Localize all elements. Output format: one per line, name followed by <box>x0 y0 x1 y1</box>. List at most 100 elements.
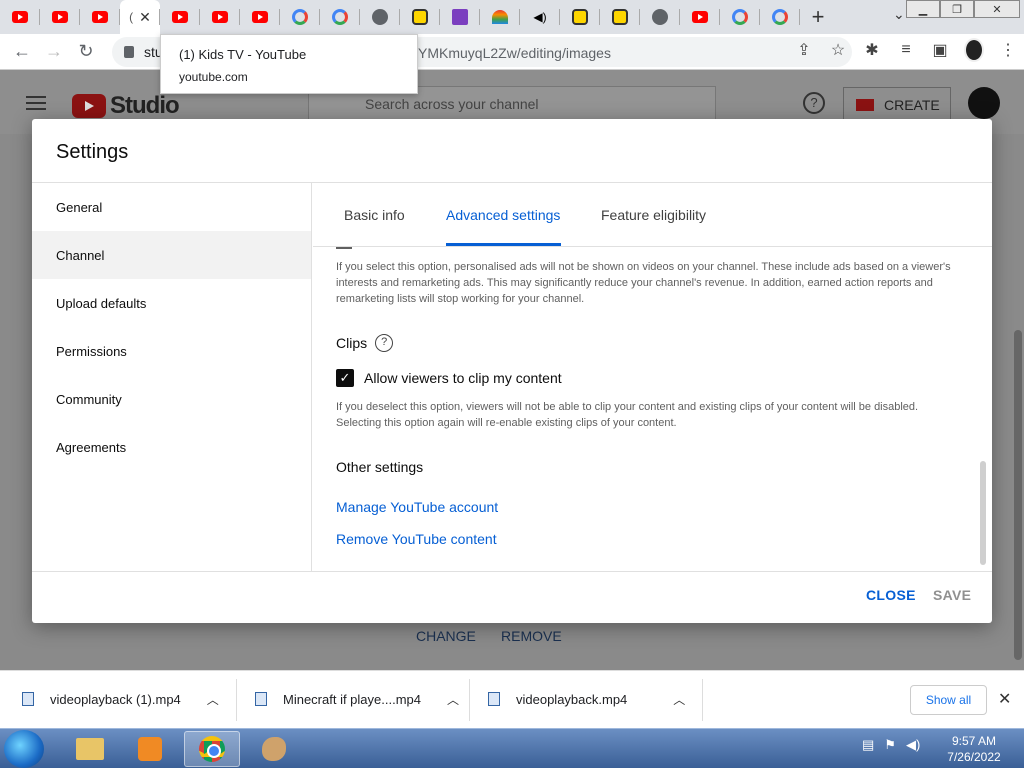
tab-feature-eligibility[interactable]: Feature eligibility <box>601 183 706 246</box>
create-button[interactable]: CREATE <box>843 87 951 123</box>
taskbar-chrome[interactable] <box>184 731 240 767</box>
taskbar-clock[interactable]: 9:57 AM 7/26/2022 <box>934 733 1014 765</box>
nav-item-upload-defaults[interactable]: Upload defaults <box>32 279 311 327</box>
download-item[interactable]: Minecraft if playe....mp4 ︿ <box>255 679 459 719</box>
download-shelf: videoplayback (1).mp4 ︿ Minecraft if pla… <box>0 670 1024 728</box>
tab-search-icon[interactable]: ⌄ <box>893 6 905 23</box>
taskbar-explorer[interactable] <box>62 731 118 767</box>
channel-avatar[interactable] <box>968 87 1000 119</box>
help-icon[interactable]: ? <box>803 92 825 114</box>
profile-avatar[interactable] <box>964 38 984 62</box>
media-player-icon <box>138 737 162 761</box>
browser-tab[interactable] <box>600 0 640 34</box>
save-button[interactable]: SAVE <box>933 587 971 603</box>
volume-icon[interactable]: ◀) <box>906 737 920 753</box>
network-icon[interactable]: ▤ <box>862 737 874 753</box>
media-control-icon[interactable]: ≡ <box>896 41 916 59</box>
browser-tab[interactable] <box>240 0 280 34</box>
taskbar-paint[interactable] <box>246 731 302 767</box>
browser-tab[interactable] <box>80 0 120 34</box>
divider <box>32 571 992 572</box>
start-button[interactable] <box>4 730 44 768</box>
youtube-icon <box>92 11 108 23</box>
reload-button[interactable]: ↻ <box>70 36 102 68</box>
channel-tabs: Basic info Advanced settings Feature eli… <box>313 183 992 247</box>
download-item[interactable]: videoplayback (1).mp4 ︿ <box>22 679 219 719</box>
content-scrollbar[interactable] <box>980 461 986 565</box>
browser-tab[interactable] <box>160 0 200 34</box>
browser-tab[interactable]: ◀) <box>520 0 560 34</box>
back-button[interactable]: ← <box>6 36 38 68</box>
remove-button[interactable]: REMOVE <box>501 628 562 644</box>
dialog-title: Settings <box>56 141 129 163</box>
personalised-ads-checkbox[interactable] <box>336 247 352 249</box>
close-icon[interactable]: ✕ <box>998 689 1011 709</box>
studio-logo[interactable]: Studio <box>72 92 180 120</box>
ads-description: If you select this option, personalised … <box>336 261 951 305</box>
taskbar-media-player[interactable] <box>122 731 178 767</box>
settings-dialog: Settings General Channel Upload defaults… <box>32 119 992 623</box>
browser-tab[interactable] <box>760 0 800 34</box>
nav-item-general[interactable]: General <box>32 183 311 231</box>
chevron-up-icon[interactable]: ︿ <box>673 691 685 708</box>
show-all-button[interactable]: Show all <box>910 685 987 715</box>
clips-checkbox[interactable]: ✓ <box>336 369 354 387</box>
extensions-icon[interactable]: ✱ <box>862 40 882 60</box>
tab-hover-tooltip: (1) Kids TV - YouTube youtube.com <box>160 34 418 94</box>
hamburger-menu-icon[interactable] <box>26 96 46 110</box>
browser-tab[interactable] <box>680 0 720 34</box>
globe-icon <box>372 9 388 25</box>
nav-item-permissions[interactable]: Permissions <box>32 327 311 375</box>
divider <box>236 679 237 721</box>
google-icon <box>292 9 308 25</box>
browser-tab-active[interactable]: ( ✕ <box>120 0 160 34</box>
browser-tab[interactable] <box>360 0 400 34</box>
download-item[interactable]: videoplayback.mp4 ︿ <box>488 679 685 719</box>
share-icon[interactable]: ⇪ <box>794 40 814 60</box>
browser-tab[interactable] <box>280 0 320 34</box>
browser-tab[interactable] <box>40 0 80 34</box>
help-icon[interactable]: ? <box>375 334 394 352</box>
browser-tab[interactable] <box>400 0 440 34</box>
nav-item-channel[interactable]: Channel <box>32 231 311 279</box>
browser-tab[interactable] <box>560 0 600 34</box>
chevron-up-icon[interactable]: ︿ <box>207 691 219 708</box>
manage-youtube-account-link[interactable]: Manage YouTube account <box>336 499 498 515</box>
close-window-button[interactable]: ✕ <box>974 0 1020 18</box>
forward-button[interactable]: → <box>38 36 70 68</box>
new-tab-button[interactable]: + <box>800 0 836 34</box>
close-tab-icon[interactable]: ✕ <box>139 9 151 26</box>
smiley-icon <box>572 9 588 25</box>
browser-tab[interactable] <box>640 0 680 34</box>
clock-date: 7/26/2022 <box>947 750 1001 764</box>
nav-item-community[interactable]: Community <box>32 375 311 423</box>
browser-tab[interactable] <box>440 0 480 34</box>
remove-youtube-content-link[interactable]: Remove YouTube content <box>336 531 497 547</box>
side-panel-icon[interactable]: ▣ <box>930 40 950 60</box>
maximize-button[interactable]: ❐ <box>940 0 974 18</box>
clips-checkbox-row[interactable]: ✓ Allow viewers to clip my content <box>336 369 562 387</box>
tab-advanced-settings[interactable]: Advanced settings <box>446 183 560 246</box>
bookmark-star-icon[interactable]: ☆ <box>828 40 848 60</box>
browser-tab[interactable] <box>320 0 360 34</box>
google-icon <box>772 9 788 25</box>
loading-icon: ( <box>129 10 134 24</box>
browser-tab[interactable] <box>0 0 40 34</box>
folder-icon <box>76 738 104 760</box>
clips-description: If you deselect this option, viewers wil… <box>336 401 919 429</box>
action-center-icon[interactable]: ⚑ <box>884 737 896 753</box>
browser-tab[interactable] <box>480 0 520 34</box>
clock-time: 9:57 AM <box>951 734 997 748</box>
close-button[interactable]: CLOSE <box>866 587 916 603</box>
minimize-button[interactable]: ▁ <box>906 0 940 18</box>
change-button[interactable]: CHANGE <box>416 628 476 644</box>
kebab-menu-icon[interactable]: ⋮ <box>998 40 1018 60</box>
video-camera-icon <box>856 99 874 111</box>
tab-basic-info[interactable]: Basic info <box>344 183 405 246</box>
browser-tab[interactable] <box>720 0 760 34</box>
nav-item-agreements[interactable]: Agreements <box>32 423 311 471</box>
browser-tab[interactable] <box>200 0 240 34</box>
window-controls: ▁ ❐ ✕ <box>906 0 1020 18</box>
chevron-up-icon[interactable]: ︿ <box>447 691 459 708</box>
page-scrollbar[interactable] <box>1014 330 1022 660</box>
